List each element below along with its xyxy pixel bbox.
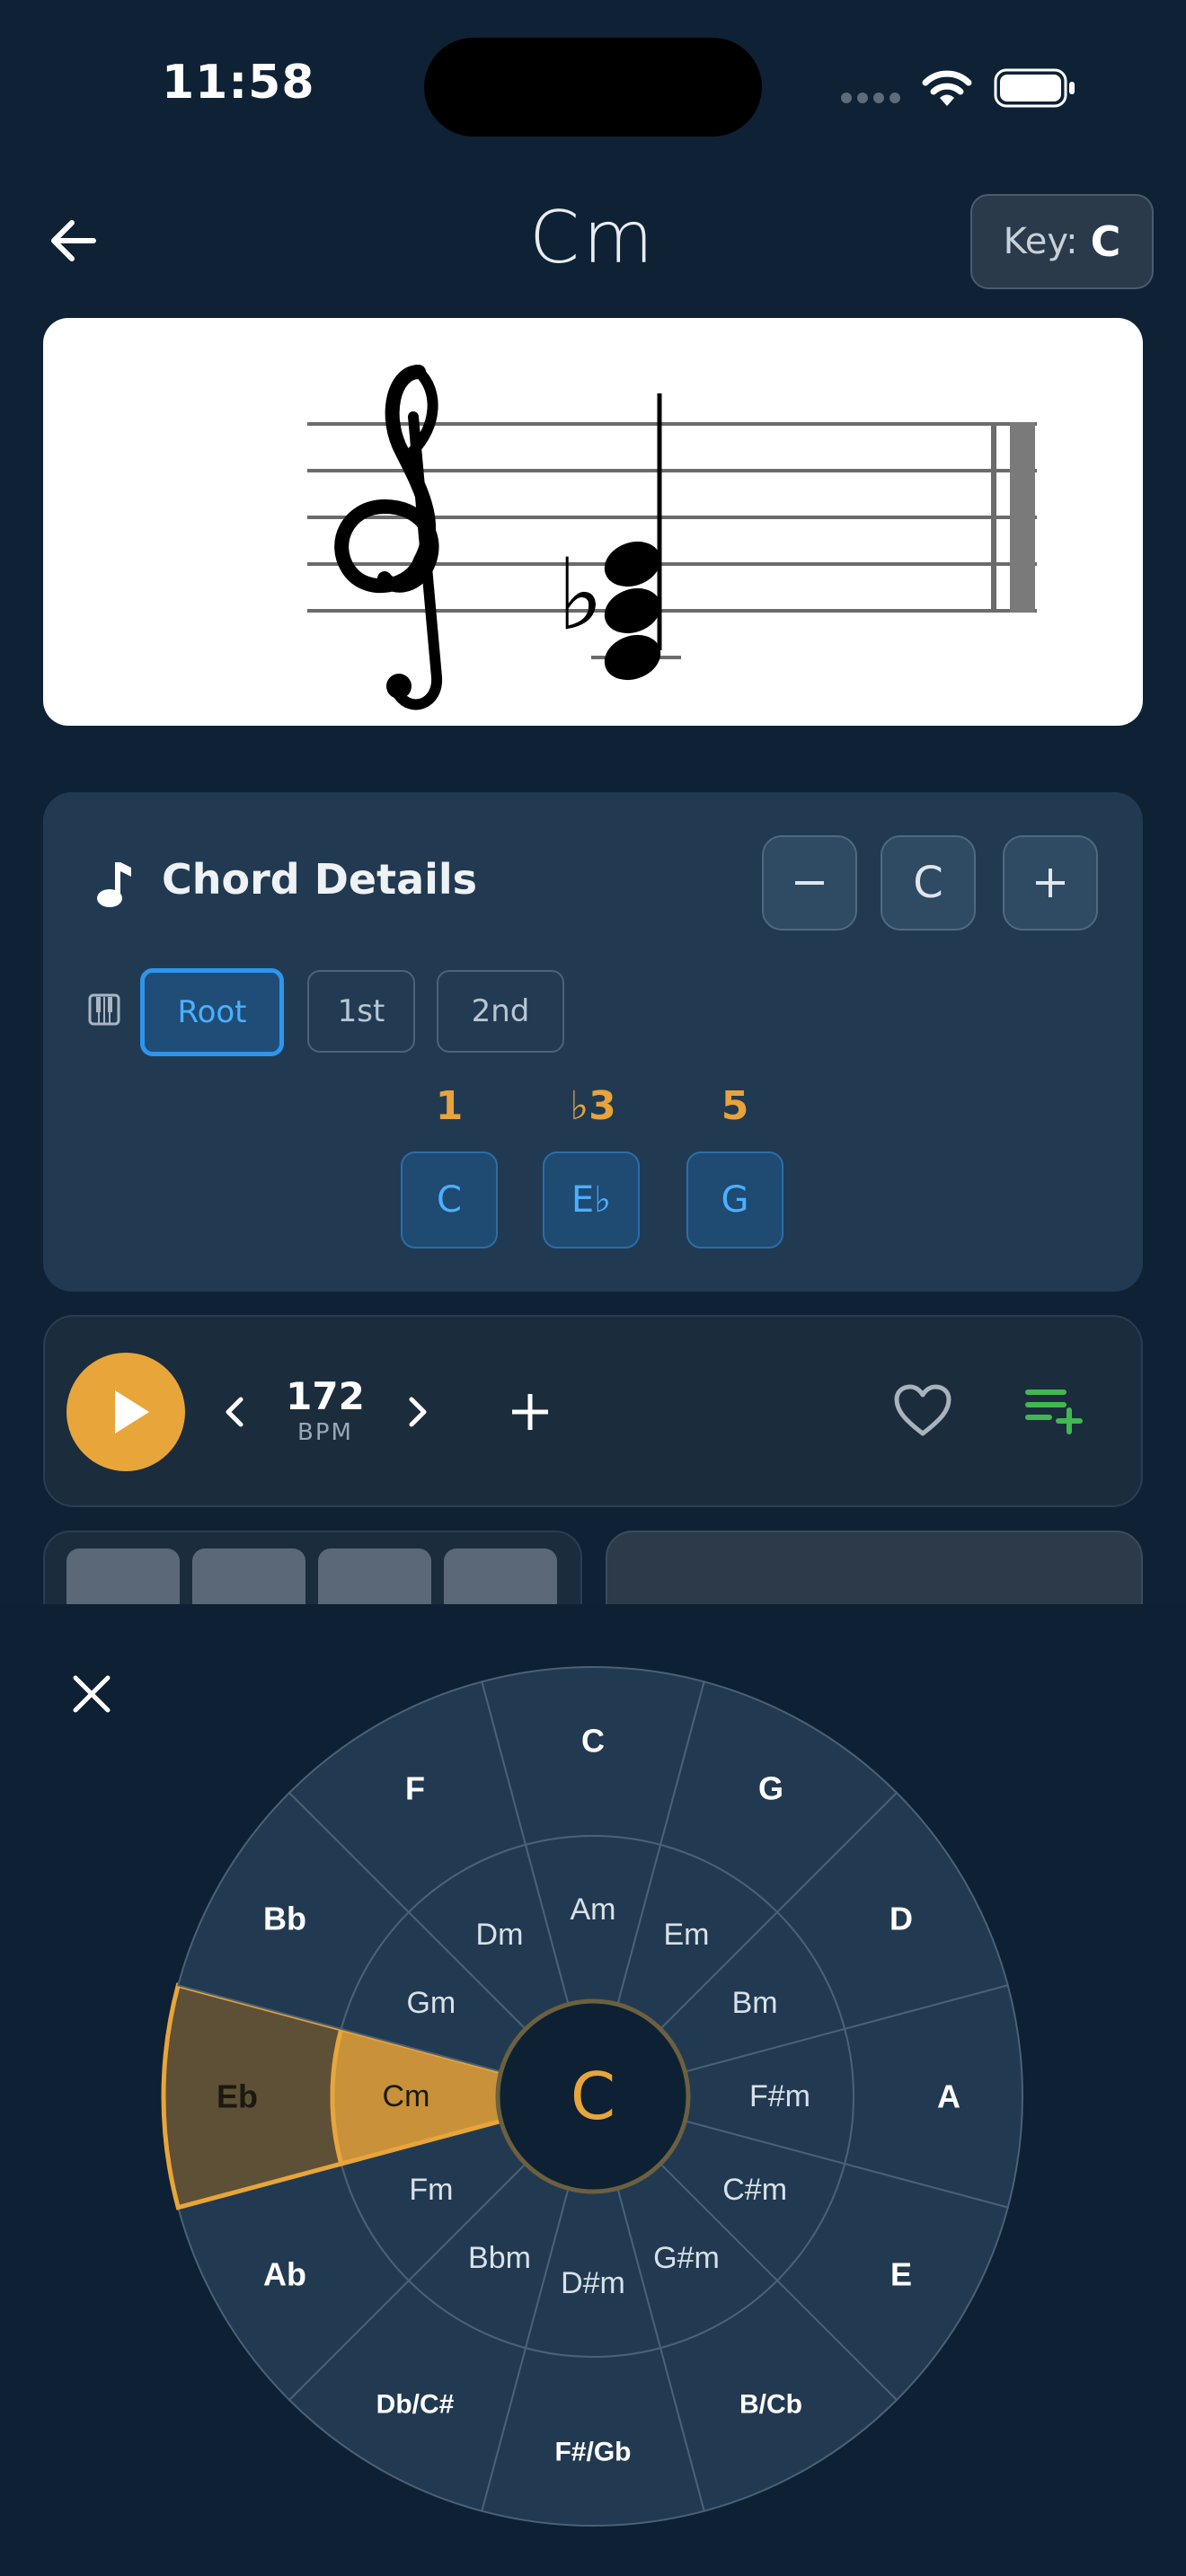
key-value: C <box>1090 217 1121 266</box>
chord-degree: 5 <box>721 1083 749 1129</box>
chord-details-title: Chord Details <box>162 855 478 904</box>
dynamic-island <box>424 38 762 137</box>
play-icon <box>115 1390 149 1434</box>
status-time: 11:58 <box>162 56 315 110</box>
flat-accidental-icon: ♭ <box>557 537 604 652</box>
major-key-label: E <box>890 2256 912 2293</box>
inversion-root-button[interactable]: Root <box>140 968 284 1056</box>
play-button[interactable] <box>66 1353 185 1471</box>
add-icon[interactable] <box>505 1390 555 1434</box>
battery-icon <box>994 68 1075 108</box>
transpose-up-button[interactable] <box>1003 835 1098 931</box>
minor-key-label: G#m <box>653 2241 720 2275</box>
major-key-label: Eb <box>217 2078 258 2115</box>
staff-notation-card: ♭ <box>43 318 1143 726</box>
minor-key-label: D#m <box>561 2266 625 2300</box>
close-icon[interactable] <box>70 1672 113 1716</box>
minor-key-label: Gm <box>406 1986 456 2020</box>
minor-key-label: Fm <box>409 2173 453 2207</box>
bpm-increase-chevron-icon[interactable] <box>403 1392 433 1432</box>
plus-icon <box>1036 869 1065 897</box>
music-note-icon <box>97 862 131 907</box>
chord-tone-button[interactable]: C <box>401 1151 498 1248</box>
major-key-label: A <box>937 2078 960 2115</box>
bpm-decrease-chevron-icon[interactable] <box>219 1392 250 1432</box>
minor-key-label: Am <box>571 1892 616 1927</box>
bpm-value: 172 <box>286 1374 365 1418</box>
major-key-label: G <box>758 1770 783 1807</box>
piano-icon <box>88 993 120 1026</box>
chord-tone-button[interactable]: G <box>686 1151 783 1248</box>
transpose-value[interactable]: C <box>881 835 976 931</box>
major-key-label: D <box>890 1901 913 1937</box>
major-key-label: F <box>405 1770 425 1807</box>
chord-tone-button[interactable]: E♭ <box>543 1151 640 1248</box>
key-label: Key: <box>1003 221 1078 262</box>
major-key-label: Ab <box>263 2256 306 2293</box>
major-key-label: F#/Gb <box>554 2438 631 2467</box>
add-to-playlist-icon[interactable] <box>1024 1385 1087 1435</box>
cellular-signal-icon <box>841 90 906 107</box>
minor-key-label: Cm <box>383 2079 430 2113</box>
key-selector-button[interactable]: Key: C <box>970 194 1154 289</box>
major-key-label: Db/C# <box>376 2389 455 2419</box>
heart-icon[interactable] <box>893 1383 952 1439</box>
staff-notation: ♭ <box>307 365 1037 710</box>
major-key-label: C <box>581 1723 605 1760</box>
center-key-label: C <box>571 2059 615 2134</box>
minor-key-label: Bbm <box>468 2241 531 2275</box>
inversion-2nd-button[interactable]: 2nd <box>437 970 564 1053</box>
circle-of-fifths-wheel[interactable]: C Am G Em D Bm A F#m E C#m B/Cb G#m F#/Gb D#m Db/C# Bbm… <box>151 1654 1035 2538</box>
minor-key-label: Dm <box>476 1918 524 1952</box>
transpose-down-button[interactable] <box>762 835 857 931</box>
minor-key-label: F#m <box>749 2079 810 2113</box>
chord-degree: ♭3 <box>570 1083 616 1129</box>
minus-icon <box>795 881 824 885</box>
bpm-label: BPM <box>297 1419 353 1446</box>
major-key-label: B/Cb <box>739 2389 802 2419</box>
playback-bar <box>43 1315 1143 1507</box>
minor-key-label: Em <box>664 1918 710 1952</box>
wifi-icon <box>922 70 972 106</box>
treble-clef-icon <box>334 365 443 710</box>
major-key-label: Bb <box>263 1901 306 1937</box>
minor-key-label: Bm <box>732 1986 778 2020</box>
chord-degree: 1 <box>435 1083 464 1129</box>
inversion-1st-button[interactable]: 1st <box>307 970 415 1053</box>
minor-key-label: C#m <box>722 2173 787 2207</box>
